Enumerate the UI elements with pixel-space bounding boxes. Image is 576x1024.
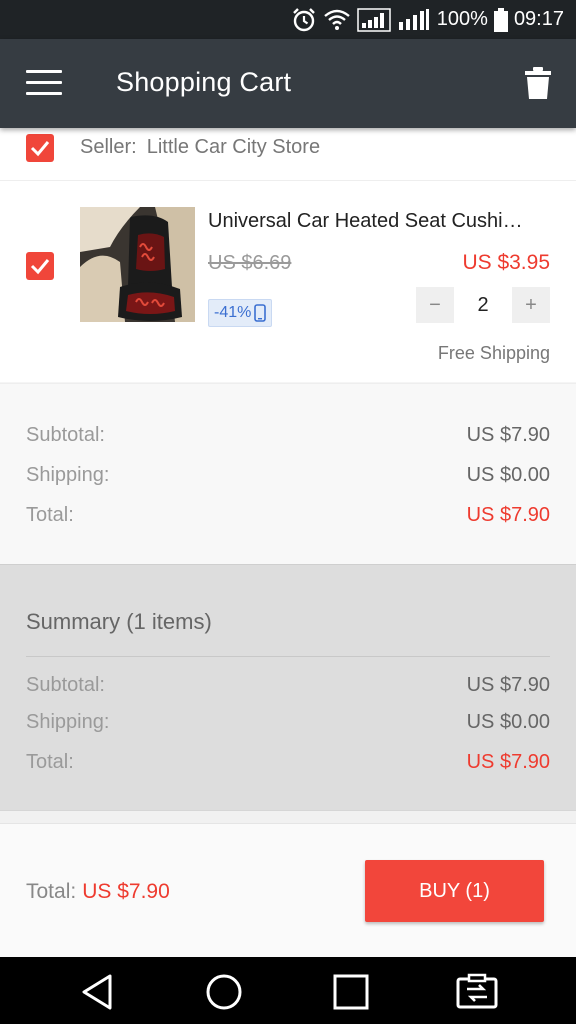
signal-icon — [398, 8, 429, 30]
item-checkbox[interactable] — [26, 252, 54, 280]
divider — [0, 810, 576, 824]
signal-icon — [357, 7, 391, 32]
seller-label: Seller: Little Car City Store — [80, 136, 320, 159]
checkout-bar: Total: US $7.90 BUY (1) — [0, 823, 576, 958]
recents-icon[interactable] — [329, 970, 373, 1014]
shipping-value: US $0.00 — [466, 464, 550, 486]
home-icon[interactable] — [202, 970, 246, 1014]
battery-icon — [493, 7, 508, 32]
check-icon — [30, 259, 50, 275]
total-label: Total: — [26, 504, 74, 526]
quantity-stepper: − 2 + — [416, 287, 550, 323]
checkout-total: Total: US $7.90 — [26, 880, 170, 904]
store-totals: Subtotal: US $7.90 Shipping: US $0.00 To… — [0, 383, 576, 564]
summary-total-row: Total: US $7.90 — [26, 751, 550, 774]
checkout-total-value: US $7.90 — [82, 880, 170, 903]
summary-shipping-value: US $0.00 — [466, 711, 550, 733]
check-icon — [30, 141, 50, 157]
seller-checkbox[interactable] — [26, 134, 54, 162]
original-price: US $6.69 — [208, 252, 292, 274]
discount-badge: -41% — [208, 299, 273, 327]
menu-icon[interactable] — [26, 70, 62, 98]
mobile-icon — [254, 304, 267, 322]
battery-percentage: 100% — [436, 8, 488, 30]
discount-text: -41% — [214, 304, 252, 321]
decrease-quantity-button[interactable]: − — [416, 287, 454, 323]
buy-button[interactable]: BUY (1) — [365, 860, 544, 922]
shipping-note: Free Shipping — [437, 343, 550, 363]
navigation-bar — [0, 957, 576, 1024]
sale-price: US $3.95 — [462, 251, 550, 274]
summary-shipping-label: Shipping: — [26, 711, 110, 733]
seller-row: Seller: Little Car City Store — [0, 128, 576, 181]
increase-quantity-button[interactable]: + — [512, 287, 550, 323]
summary-total-value: US $7.90 — [466, 751, 550, 773]
clock: 09:17 — [513, 8, 564, 30]
subtotal-row: Subtotal: US $7.90 — [26, 424, 550, 447]
summary-subtotal-value: US $7.90 — [466, 674, 550, 696]
seller-prefix: Seller: — [80, 136, 137, 158]
quantity-value[interactable]: 2 — [454, 287, 512, 323]
app-bar: Shopping Cart — [0, 39, 576, 128]
screen-share-icon[interactable] — [455, 970, 499, 1014]
shipping-row: Shipping: US $0.00 — [26, 464, 550, 487]
summary-title: Summary (1 items) — [26, 609, 212, 634]
checkout-total-label: Total: — [26, 880, 77, 903]
cart-item: Universal Car Heated Seat Cushi… US $6.6… — [0, 181, 576, 382]
product-image[interactable] — [80, 207, 195, 322]
back-icon[interactable] — [76, 970, 120, 1014]
total-row: Total: US $7.90 — [26, 504, 550, 527]
summary-subtotal-row: Subtotal: US $7.90 — [26, 674, 550, 697]
alarm-icon — [292, 7, 315, 31]
status-bar: 100% 09:17 — [0, 0, 576, 39]
total-value: US $7.90 — [466, 504, 550, 526]
subtotal-value: US $7.90 — [466, 424, 550, 446]
page-title: Shopping Cart — [116, 67, 292, 97]
summary-subtotal-label: Subtotal: — [26, 674, 105, 696]
summary-shipping-row: Shipping: US $0.00 — [26, 711, 550, 734]
shipping-label: Shipping: — [26, 464, 110, 486]
subtotal-label: Subtotal: — [26, 424, 105, 446]
divider — [26, 656, 550, 657]
summary-total-label: Total: — [26, 751, 74, 773]
wifi-icon — [324, 9, 350, 30]
order-summary: Summary (1 items) Subtotal: US $7.90 Shi… — [0, 564, 576, 811]
seller-name[interactable]: Little Car City Store — [147, 136, 320, 158]
trash-icon[interactable] — [524, 66, 552, 100]
product-title[interactable]: Universal Car Heated Seat Cushi… — [208, 210, 553, 233]
